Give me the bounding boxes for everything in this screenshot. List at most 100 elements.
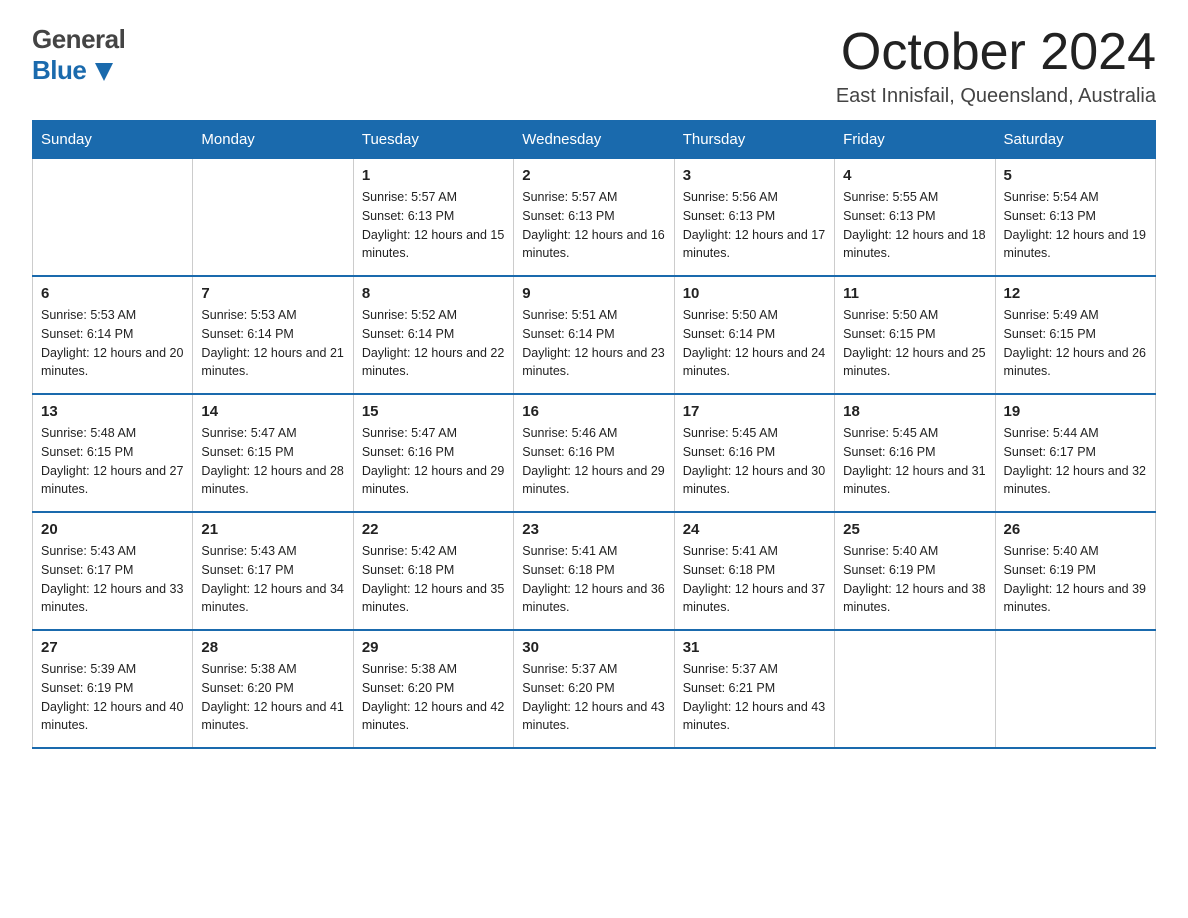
sunset-text: Sunset: 6:17 PM [1004, 443, 1147, 462]
day-number: 14 [201, 403, 344, 420]
sunrise-text: Sunrise: 5:57 AM [362, 188, 505, 207]
day-number: 27 [41, 639, 184, 656]
sunrise-text: Sunrise: 5:43 AM [201, 542, 344, 561]
day-info: Sunrise: 5:40 AM Sunset: 6:19 PM Dayligh… [843, 542, 986, 617]
day-info: Sunrise: 5:51 AM Sunset: 6:14 PM Dayligh… [522, 306, 665, 381]
sunset-text: Sunset: 6:15 PM [843, 325, 986, 344]
calendar-week-row: 1 Sunrise: 5:57 AM Sunset: 6:13 PM Dayli… [33, 159, 1156, 277]
sunset-text: Sunset: 6:15 PM [1004, 325, 1147, 344]
header-wednesday: Wednesday [514, 121, 674, 159]
daylight-text: Daylight: 12 hours and 32 minutes. [1004, 462, 1147, 500]
day-info: Sunrise: 5:37 AM Sunset: 6:20 PM Dayligh… [522, 660, 665, 735]
sunrise-text: Sunrise: 5:45 AM [843, 424, 986, 443]
sunset-text: Sunset: 6:13 PM [1004, 207, 1147, 226]
day-info: Sunrise: 5:54 AM Sunset: 6:13 PM Dayligh… [1004, 188, 1147, 263]
sunset-text: Sunset: 6:14 PM [362, 325, 505, 344]
table-row: 22 Sunrise: 5:42 AM Sunset: 6:18 PM Dayl… [353, 512, 513, 630]
daylight-text: Daylight: 12 hours and 16 minutes. [522, 226, 665, 264]
calendar-table: Sunday Monday Tuesday Wednesday Thursday… [32, 120, 1156, 749]
day-info: Sunrise: 5:50 AM Sunset: 6:15 PM Dayligh… [843, 306, 986, 381]
day-number: 3 [683, 167, 826, 184]
daylight-text: Daylight: 12 hours and 18 minutes. [843, 226, 986, 264]
table-row: 8 Sunrise: 5:52 AM Sunset: 6:14 PM Dayli… [353, 276, 513, 394]
day-info: Sunrise: 5:38 AM Sunset: 6:20 PM Dayligh… [201, 660, 344, 735]
sunset-text: Sunset: 6:16 PM [522, 443, 665, 462]
calendar-week-row: 6 Sunrise: 5:53 AM Sunset: 6:14 PM Dayli… [33, 276, 1156, 394]
day-info: Sunrise: 5:40 AM Sunset: 6:19 PM Dayligh… [1004, 542, 1147, 617]
table-row: 13 Sunrise: 5:48 AM Sunset: 6:15 PM Dayl… [33, 394, 193, 512]
daylight-text: Daylight: 12 hours and 38 minutes. [843, 580, 986, 618]
daylight-text: Daylight: 12 hours and 37 minutes. [683, 580, 826, 618]
table-row: 2 Sunrise: 5:57 AM Sunset: 6:13 PM Dayli… [514, 159, 674, 277]
day-number: 17 [683, 403, 826, 420]
sunrise-text: Sunrise: 5:46 AM [522, 424, 665, 443]
title-block: October 2024 East Innisfail, Queensland,… [836, 24, 1156, 108]
daylight-text: Daylight: 12 hours and 17 minutes. [683, 226, 826, 264]
logo-blue: Blue [32, 55, 125, 86]
day-number: 23 [522, 521, 665, 538]
sunrise-text: Sunrise: 5:51 AM [522, 306, 665, 325]
table-row: 21 Sunrise: 5:43 AM Sunset: 6:17 PM Dayl… [193, 512, 353, 630]
day-info: Sunrise: 5:46 AM Sunset: 6:16 PM Dayligh… [522, 424, 665, 499]
sunrise-text: Sunrise: 5:42 AM [362, 542, 505, 561]
table-row: 30 Sunrise: 5:37 AM Sunset: 6:20 PM Dayl… [514, 630, 674, 748]
daylight-text: Daylight: 12 hours and 33 minutes. [41, 580, 184, 618]
logo: General Blue [32, 24, 125, 86]
sunset-text: Sunset: 6:19 PM [41, 679, 184, 698]
table-row: 23 Sunrise: 5:41 AM Sunset: 6:18 PM Dayl… [514, 512, 674, 630]
daylight-text: Daylight: 12 hours and 15 minutes. [362, 226, 505, 264]
sunrise-text: Sunrise: 5:50 AM [843, 306, 986, 325]
day-number: 6 [41, 285, 184, 302]
sunset-text: Sunset: 6:13 PM [522, 207, 665, 226]
table-row: 4 Sunrise: 5:55 AM Sunset: 6:13 PM Dayli… [835, 159, 995, 277]
header-saturday: Saturday [995, 121, 1155, 159]
sunrise-text: Sunrise: 5:37 AM [522, 660, 665, 679]
sunset-text: Sunset: 6:18 PM [362, 561, 505, 580]
sunrise-text: Sunrise: 5:43 AM [41, 542, 184, 561]
day-number: 11 [843, 285, 986, 302]
day-info: Sunrise: 5:42 AM Sunset: 6:18 PM Dayligh… [362, 542, 505, 617]
day-number: 13 [41, 403, 184, 420]
table-row [33, 159, 193, 277]
day-number: 9 [522, 285, 665, 302]
day-info: Sunrise: 5:43 AM Sunset: 6:17 PM Dayligh… [41, 542, 184, 617]
sunset-text: Sunset: 6:14 PM [41, 325, 184, 344]
daylight-text: Daylight: 12 hours and 24 minutes. [683, 344, 826, 382]
day-info: Sunrise: 5:47 AM Sunset: 6:15 PM Dayligh… [201, 424, 344, 499]
header-thursday: Thursday [674, 121, 834, 159]
table-row: 10 Sunrise: 5:50 AM Sunset: 6:14 PM Dayl… [674, 276, 834, 394]
daylight-text: Daylight: 12 hours and 26 minutes. [1004, 344, 1147, 382]
daylight-text: Daylight: 12 hours and 34 minutes. [201, 580, 344, 618]
day-info: Sunrise: 5:57 AM Sunset: 6:13 PM Dayligh… [362, 188, 505, 263]
table-row: 14 Sunrise: 5:47 AM Sunset: 6:15 PM Dayl… [193, 394, 353, 512]
day-info: Sunrise: 5:38 AM Sunset: 6:20 PM Dayligh… [362, 660, 505, 735]
sunrise-text: Sunrise: 5:53 AM [201, 306, 344, 325]
sunset-text: Sunset: 6:14 PM [522, 325, 665, 344]
sunset-text: Sunset: 6:14 PM [683, 325, 826, 344]
day-number: 12 [1004, 285, 1147, 302]
daylight-text: Daylight: 12 hours and 31 minutes. [843, 462, 986, 500]
table-row: 7 Sunrise: 5:53 AM Sunset: 6:14 PM Dayli… [193, 276, 353, 394]
day-number: 4 [843, 167, 986, 184]
sunrise-text: Sunrise: 5:49 AM [1004, 306, 1147, 325]
sunset-text: Sunset: 6:14 PM [201, 325, 344, 344]
sunrise-text: Sunrise: 5:47 AM [362, 424, 505, 443]
daylight-text: Daylight: 12 hours and 29 minutes. [522, 462, 665, 500]
table-row: 25 Sunrise: 5:40 AM Sunset: 6:19 PM Dayl… [835, 512, 995, 630]
day-number: 10 [683, 285, 826, 302]
calendar-week-row: 27 Sunrise: 5:39 AM Sunset: 6:19 PM Dayl… [33, 630, 1156, 748]
daylight-text: Daylight: 12 hours and 43 minutes. [522, 698, 665, 736]
day-number: 19 [1004, 403, 1147, 420]
header-sunday: Sunday [33, 121, 193, 159]
daylight-text: Daylight: 12 hours and 22 minutes. [362, 344, 505, 382]
table-row: 20 Sunrise: 5:43 AM Sunset: 6:17 PM Dayl… [33, 512, 193, 630]
daylight-text: Daylight: 12 hours and 39 minutes. [1004, 580, 1147, 618]
daylight-text: Daylight: 12 hours and 29 minutes. [362, 462, 505, 500]
day-info: Sunrise: 5:55 AM Sunset: 6:13 PM Dayligh… [843, 188, 986, 263]
daylight-text: Daylight: 12 hours and 23 minutes. [522, 344, 665, 382]
sunset-text: Sunset: 6:15 PM [41, 443, 184, 462]
sunset-text: Sunset: 6:16 PM [362, 443, 505, 462]
sunset-text: Sunset: 6:16 PM [683, 443, 826, 462]
daylight-text: Daylight: 12 hours and 42 minutes. [362, 698, 505, 736]
sunset-text: Sunset: 6:18 PM [522, 561, 665, 580]
